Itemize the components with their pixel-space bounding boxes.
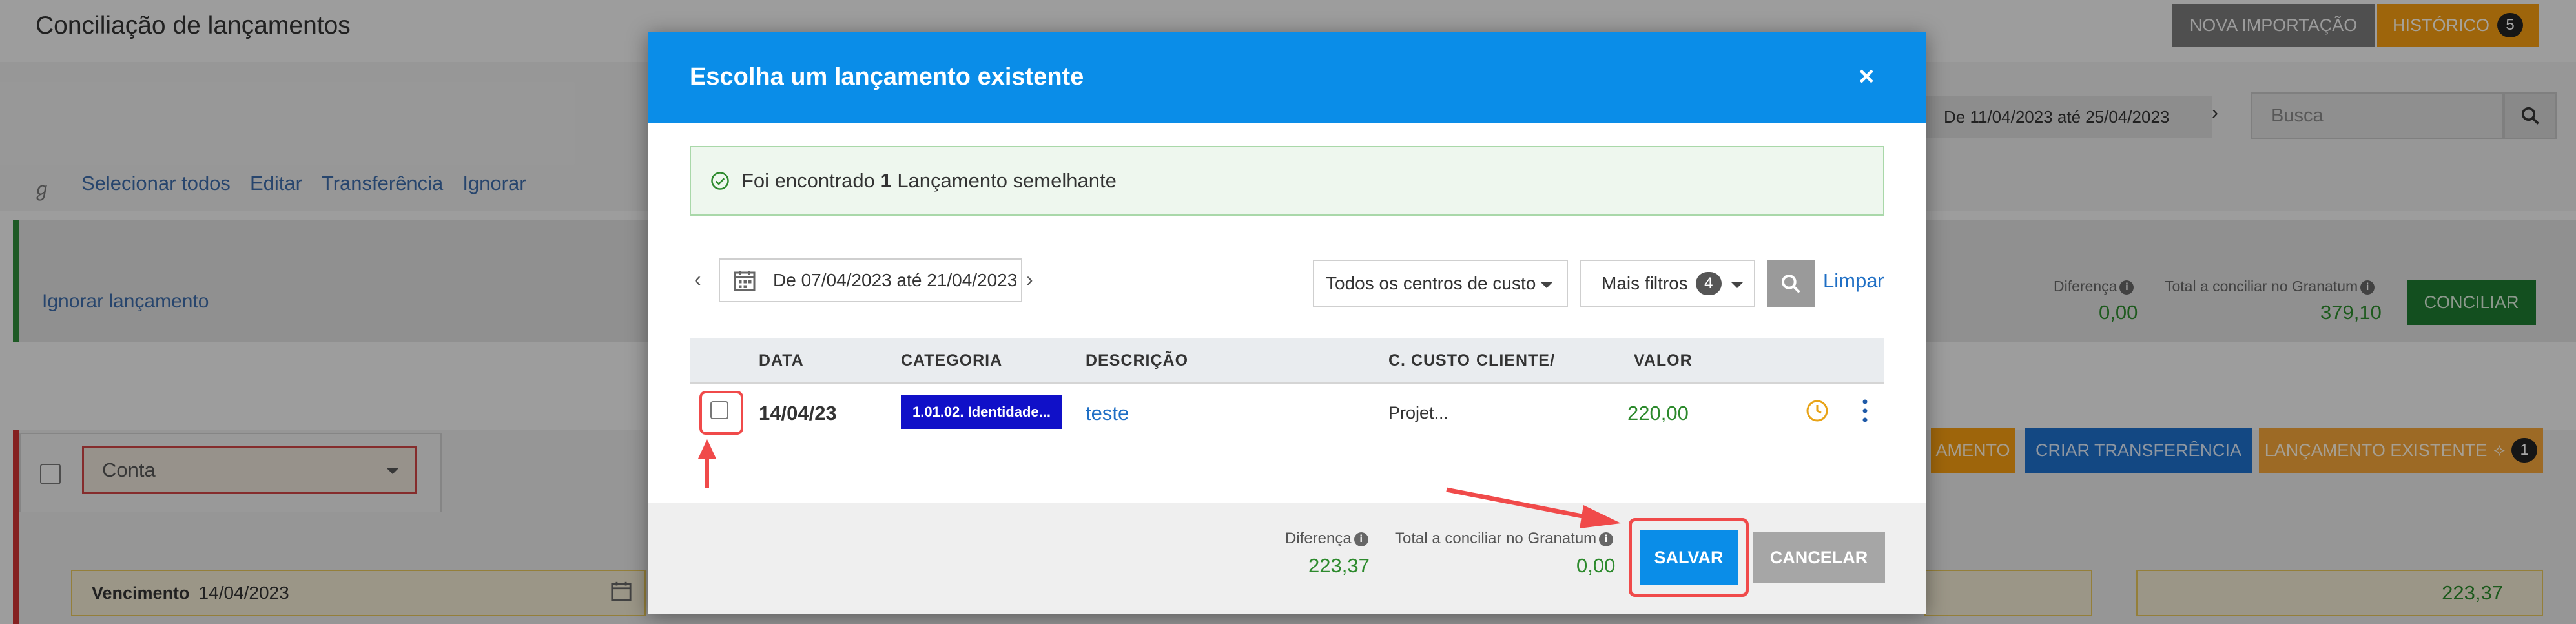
col-categoria[interactable]: CATEGORIA [901,351,1002,370]
row-value: 220,00 [1627,402,1689,424]
col-c-custo[interactable]: C. CUSTO [1388,351,1470,370]
info-icon: i [1354,532,1368,546]
row-cost-center: Projet... [1388,403,1449,422]
more-filters-select[interactable]: Mais filtros 4 [1580,260,1755,307]
modal-title: Escolha um lançamento existente [690,63,1084,90]
col-cliente[interactable]: CLIENTE/ [1476,351,1555,370]
date-next-icon[interactable]: › [1026,267,1033,291]
col-descricao[interactable]: DESCRIÇÃO [1086,351,1188,370]
row-date: 14/04/23 [759,402,837,424]
alert-text: Foi encontrado 1 Lançamento semelhante [741,169,1117,192]
cost-center-value: Todos os centros de custo [1326,273,1536,293]
date-range-text: De 07/04/2023 até 21/04/2023 [773,270,1018,290]
checkbox-highlight-annotation [699,391,743,435]
calendar-icon [734,271,756,291]
close-icon[interactable]: × [1859,61,1875,92]
search-icon [1782,275,1800,293]
date-range-picker[interactable]: De 07/04/2023 até 21/04/2023 [719,258,1022,302]
col-data[interactable]: DATA [759,351,804,370]
date-prev-icon[interactable]: ‹ [694,267,701,291]
chevron-down-icon [1540,282,1553,288]
row-description-link[interactable]: teste [1086,402,1129,425]
col-valor[interactable]: VALOR [1634,351,1693,370]
total-value: 0,00 [1576,554,1616,577]
table-header: DATA CATEGORIA DESCRIÇÃO C. CUSTO CLIENT… [690,338,1884,384]
clear-filters-link[interactable]: Limpar [1823,269,1884,293]
more-filters-label: Mais filtros [1602,273,1688,293]
diferenca-label: Diferença i [1285,530,1368,548]
success-alert: Foi encontrado 1 Lançamento semelhante [690,146,1884,216]
chevron-down-icon [1731,282,1744,288]
modal-dialog: Escolha um lançamento existente × Foi en… [648,32,1926,614]
more-vertical-icon[interactable] [1862,398,1868,424]
filter-search-button[interactable] [1767,260,1815,307]
total-label: Total a conciliar no Granatum i [1395,530,1614,548]
cost-center-select[interactable]: Todos os centros de custo [1313,260,1568,307]
diferenca-value: 223,37 [1308,554,1370,577]
info-icon: i [1599,532,1614,546]
category-badge: 1.01.02. Identidade... [901,395,1062,429]
save-button[interactable]: SALVAR [1640,530,1738,585]
check-circle-icon [711,172,729,190]
cancel-button[interactable]: CANCELAR [1753,532,1885,583]
clock-icon[interactable] [1806,399,1829,422]
filters-count-badge: 4 [1695,272,1722,295]
table-row[interactable]: 14/04/23 1.01.02. Identidade... teste Pr… [690,384,1884,442]
